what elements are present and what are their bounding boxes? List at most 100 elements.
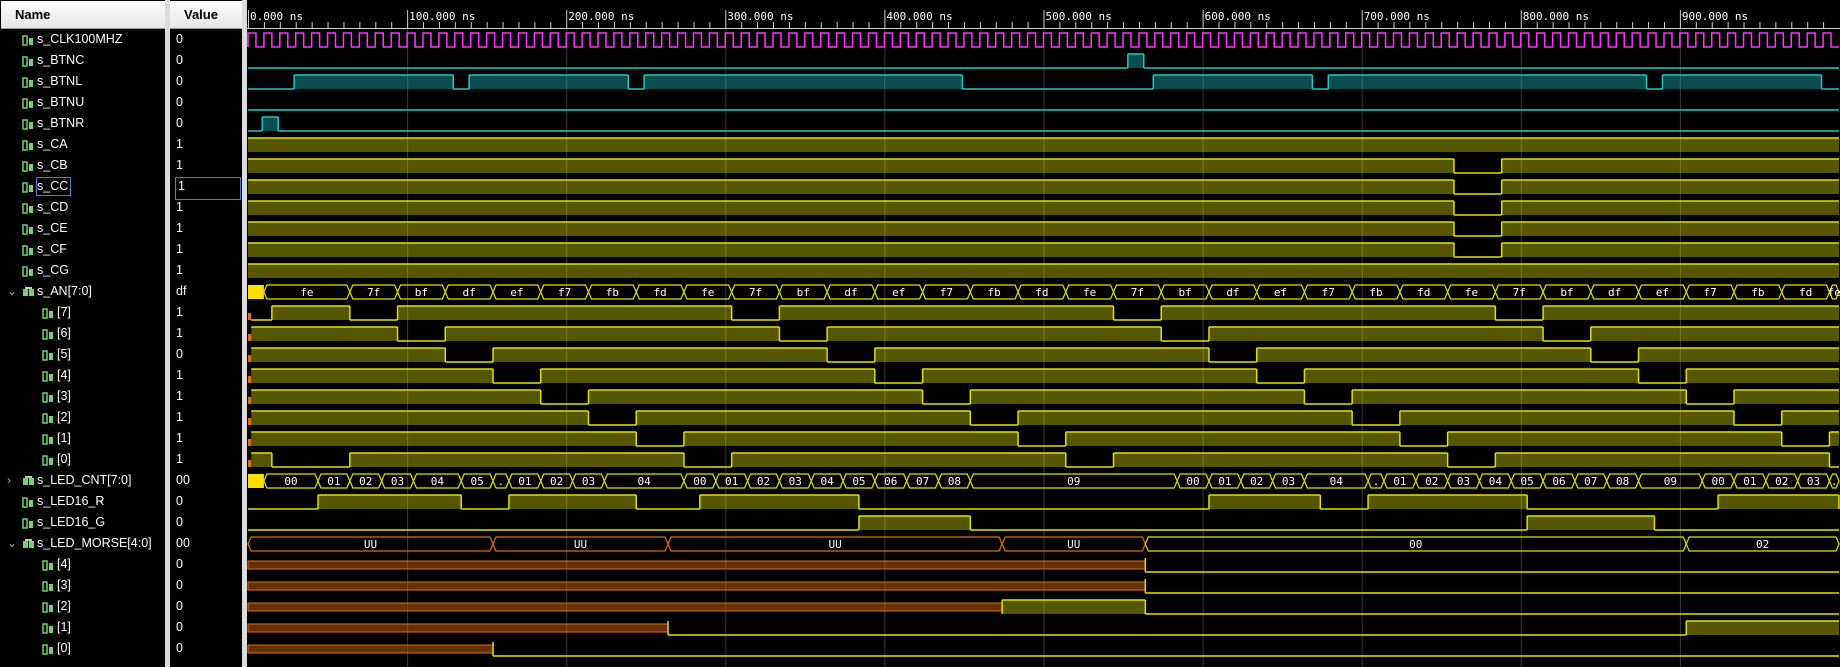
bus-value-label: bf bbox=[1560, 286, 1573, 299]
bus-value-label: 00 bbox=[693, 475, 706, 488]
ruler-label: 600.000 ns bbox=[1205, 10, 1271, 23]
signal-name: s_LED16_G bbox=[37, 515, 106, 529]
collapse-chevron-icon[interactable]: ⌄ bbox=[7, 533, 17, 554]
signal-row[interactable]: [3] bbox=[0, 575, 165, 596]
bus-value-label: f7 bbox=[1322, 286, 1335, 299]
high-segment bbox=[1829, 432, 1839, 446]
bus-value-label: 09 bbox=[1664, 475, 1677, 488]
signal-row[interactable]: s_LED16_R bbox=[0, 491, 165, 512]
bus-value-label: fb bbox=[1751, 286, 1764, 299]
waveform-canvas[interactable]: 0.000 ns 100.000 ns 200.000 ns 300.000 ns 40… bbox=[247, 0, 1840, 667]
expand-chevron-icon[interactable]: › bbox=[7, 470, 11, 491]
signal-name: [3] bbox=[57, 578, 71, 592]
signal-row[interactable]: [1] bbox=[0, 428, 165, 449]
high-segment bbox=[1161, 306, 1496, 320]
bus-value-label: 04 bbox=[638, 475, 652, 488]
signal-row[interactable]: [2] bbox=[0, 407, 165, 428]
signal-row[interactable]: [0] bbox=[0, 449, 165, 470]
bus-value-label: 03 bbox=[1282, 475, 1295, 488]
bus-value-label: 02 bbox=[550, 475, 563, 488]
bus-value-label: fd bbox=[1035, 286, 1048, 299]
high-segment bbox=[699, 495, 859, 509]
high-segment bbox=[1065, 432, 1400, 446]
ruler-label: 200.000 ns bbox=[568, 10, 634, 23]
collapse-chevron-icon[interactable]: ⌄ bbox=[7, 281, 17, 302]
bus-value-label: 7f bbox=[367, 286, 380, 299]
high-segment bbox=[1256, 348, 1591, 362]
high-segment bbox=[1501, 180, 1839, 194]
high-segment bbox=[1113, 453, 1448, 467]
bus-value-label: bf bbox=[797, 286, 810, 299]
bus-value-label: UU bbox=[828, 538, 841, 551]
name-column-header[interactable]: Name bbox=[1, 1, 165, 29]
high-segment bbox=[588, 390, 923, 404]
signal-row[interactable]: s_CB bbox=[0, 155, 165, 176]
signal-row[interactable]: [6] bbox=[0, 323, 165, 344]
signal-name: [2] bbox=[57, 410, 71, 424]
signal-value: 1 bbox=[176, 389, 183, 403]
bus-value-label: 01 bbox=[327, 475, 340, 488]
signal-row[interactable]: [2] bbox=[0, 596, 165, 617]
value-column-header[interactable]: Value bbox=[170, 1, 242, 29]
signal-name: s_CB bbox=[37, 158, 68, 172]
high-segment bbox=[1662, 75, 1822, 89]
signal-row[interactable]: s_CF bbox=[0, 239, 165, 260]
signal-row[interactable]: s_BTNR bbox=[0, 113, 165, 134]
bus-value-label: fb bbox=[606, 286, 619, 299]
signal-value: 1 bbox=[176, 410, 183, 424]
ruler-label: 300.000 ns bbox=[727, 10, 793, 23]
signal-name: [0] bbox=[57, 452, 71, 466]
signal-row[interactable]: s_CLK100MHZ bbox=[0, 29, 165, 50]
signal-row[interactable]: s_CE bbox=[0, 218, 165, 239]
signal-value: 0 bbox=[176, 32, 183, 46]
high-segment bbox=[251, 411, 589, 425]
signal-row[interactable]: [3] bbox=[0, 386, 165, 407]
high-segment bbox=[1638, 348, 1839, 362]
signal-row[interactable]: s_BTNL bbox=[0, 71, 165, 92]
signal-value: 1 bbox=[176, 263, 183, 277]
signal-row[interactable]: ⌄ s_LED_MORSE[4:0] bbox=[0, 533, 165, 554]
bus-value-label: bf bbox=[415, 286, 428, 299]
ruler-label: 0.000 ns bbox=[250, 10, 303, 23]
bus-value-label: fe bbox=[300, 286, 313, 299]
signal-name: s_CLK100MHZ bbox=[37, 32, 123, 46]
bus-value-label: df bbox=[1226, 286, 1239, 299]
high-segment bbox=[1501, 159, 1839, 173]
signal-row[interactable]: [5] bbox=[0, 344, 165, 365]
signal-row[interactable]: [0] bbox=[0, 638, 165, 659]
bus-value-label: 03 bbox=[1807, 475, 1820, 488]
bus-value-label: 04 bbox=[1330, 475, 1344, 488]
signal-row[interactable]: [1] bbox=[0, 617, 165, 638]
bus-value-label: 03 bbox=[789, 475, 802, 488]
high-segment bbox=[294, 75, 454, 89]
bus-value-label: 04 bbox=[431, 475, 445, 488]
signal-row[interactable]: s_BTNU bbox=[0, 92, 165, 113]
signal-row[interactable]: s_BTNC bbox=[0, 50, 165, 71]
signal-value: 1 bbox=[176, 326, 183, 340]
signal-row[interactable]: › s_LED_CNT[7:0] bbox=[0, 470, 165, 491]
high-segment bbox=[874, 348, 1209, 362]
high-segment bbox=[1368, 495, 1528, 509]
high-segment bbox=[1153, 75, 1313, 89]
signal-row[interactable]: ⌄ s_AN[7:0] bbox=[0, 281, 165, 302]
high-segment bbox=[1686, 621, 1839, 635]
high-segment bbox=[1501, 222, 1839, 236]
signal-row[interactable]: s_CD bbox=[0, 197, 165, 218]
bus-value-label: df bbox=[1608, 286, 1621, 299]
bus-value-label: 00 bbox=[284, 475, 297, 488]
signal-row[interactable]: s_LED16_G bbox=[0, 512, 165, 533]
signal-row[interactable]: [4] bbox=[0, 365, 165, 386]
high-segment bbox=[493, 348, 828, 362]
signal-value: 1 bbox=[176, 242, 183, 256]
signal-row[interactable]: [7] bbox=[0, 302, 165, 323]
signal-row[interactable]: [4] bbox=[0, 554, 165, 575]
bus-value-label: df bbox=[463, 286, 476, 299]
signal-row[interactable]: s_CA bbox=[0, 134, 165, 155]
high-segment bbox=[271, 306, 350, 320]
signal-row[interactable]: s_CG bbox=[0, 260, 165, 281]
signal-name: [7] bbox=[57, 305, 71, 319]
signal-row[interactable]: s_CC bbox=[0, 176, 165, 197]
high-segment bbox=[1399, 411, 1734, 425]
bus-value-label: ef bbox=[1274, 286, 1287, 299]
high-segment bbox=[248, 201, 1454, 215]
